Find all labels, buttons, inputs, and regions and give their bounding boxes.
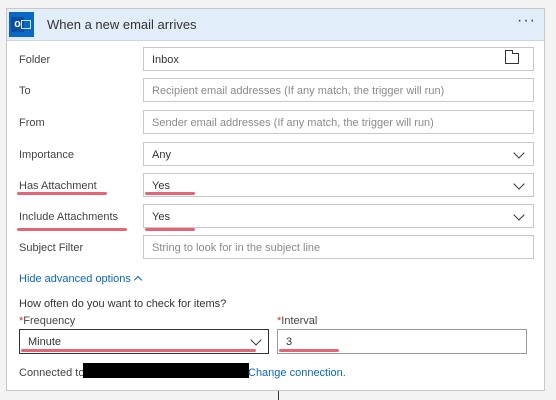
more-options-icon[interactable]: ···	[517, 12, 536, 30]
trigger-header[interactable]: o When a new email arrives ···	[7, 9, 544, 41]
flow-connector	[278, 391, 279, 400]
include-attachments-label: Include Attachments	[19, 211, 119, 223]
importance-select[interactable]: Any	[143, 142, 534, 166]
to-placeholder: Recipient email addresses (If any match,…	[152, 85, 445, 97]
redacted-account	[83, 363, 249, 378]
to-label: To	[19, 85, 31, 97]
has-attachment-value: Yes	[152, 180, 170, 192]
include-attachments-value: Yes	[152, 211, 170, 223]
annotation-underline	[145, 192, 195, 195]
trigger-card: o When a new email arrives ··· Folder In…	[6, 8, 545, 391]
change-connection-link[interactable]: Change connection.	[248, 367, 346, 379]
interval-value: 3	[286, 336, 293, 348]
importance-label: Importance	[19, 149, 75, 161]
from-placeholder: Sender email addresses (If any match, th…	[152, 117, 434, 129]
chevron-down-icon	[513, 147, 525, 159]
importance-value: Any	[152, 149, 171, 161]
folder-value: Inbox	[152, 54, 179, 66]
chevron-up-icon	[133, 275, 143, 285]
frequency-label: *Frequency	[19, 315, 75, 327]
outlook-icon: o	[9, 12, 34, 37]
hide-advanced-options-label: Hide advanced options	[19, 273, 131, 285]
folder-icon[interactable]	[505, 50, 519, 64]
subject-filter-placeholder: String to look for in the subject line	[152, 242, 321, 254]
interval-label-text: Interval	[281, 315, 318, 327]
folder-field[interactable]: Inbox	[143, 47, 534, 71]
hide-advanced-options-link[interactable]: Hide advanced options	[19, 273, 143, 285]
chevron-down-icon	[250, 334, 262, 346]
has-attachment-select[interactable]: Yes	[143, 173, 534, 197]
include-attachments-select[interactable]: Yes	[143, 204, 534, 228]
trigger-title: When a new email arrives	[47, 17, 197, 32]
chevron-down-icon	[513, 209, 525, 221]
schedule-question: How often do you want to check for items…	[19, 298, 227, 310]
subject-filter-label: Subject Filter	[19, 242, 84, 254]
frequency-value: Minute	[28, 336, 62, 348]
annotation-underline	[145, 228, 195, 231]
annotation-underline	[17, 192, 107, 195]
annotation-underline	[21, 349, 256, 352]
frequency-label-text: Frequency	[23, 315, 76, 327]
annotation-underline	[279, 349, 339, 352]
chevron-down-icon	[513, 178, 525, 190]
folder-label: Folder	[19, 54, 51, 66]
annotation-underline	[17, 228, 127, 231]
to-input[interactable]: Recipient email addresses (If any match,…	[143, 78, 534, 102]
subject-filter-input[interactable]: String to look for in the subject line	[143, 235, 534, 259]
interval-label: *Interval	[277, 315, 317, 327]
connected-to-text: Connected to	[19, 367, 85, 379]
from-input[interactable]: Sender email addresses (If any match, th…	[143, 110, 534, 134]
has-attachment-label: Has Attachment	[19, 180, 97, 192]
from-label: From	[19, 117, 45, 129]
